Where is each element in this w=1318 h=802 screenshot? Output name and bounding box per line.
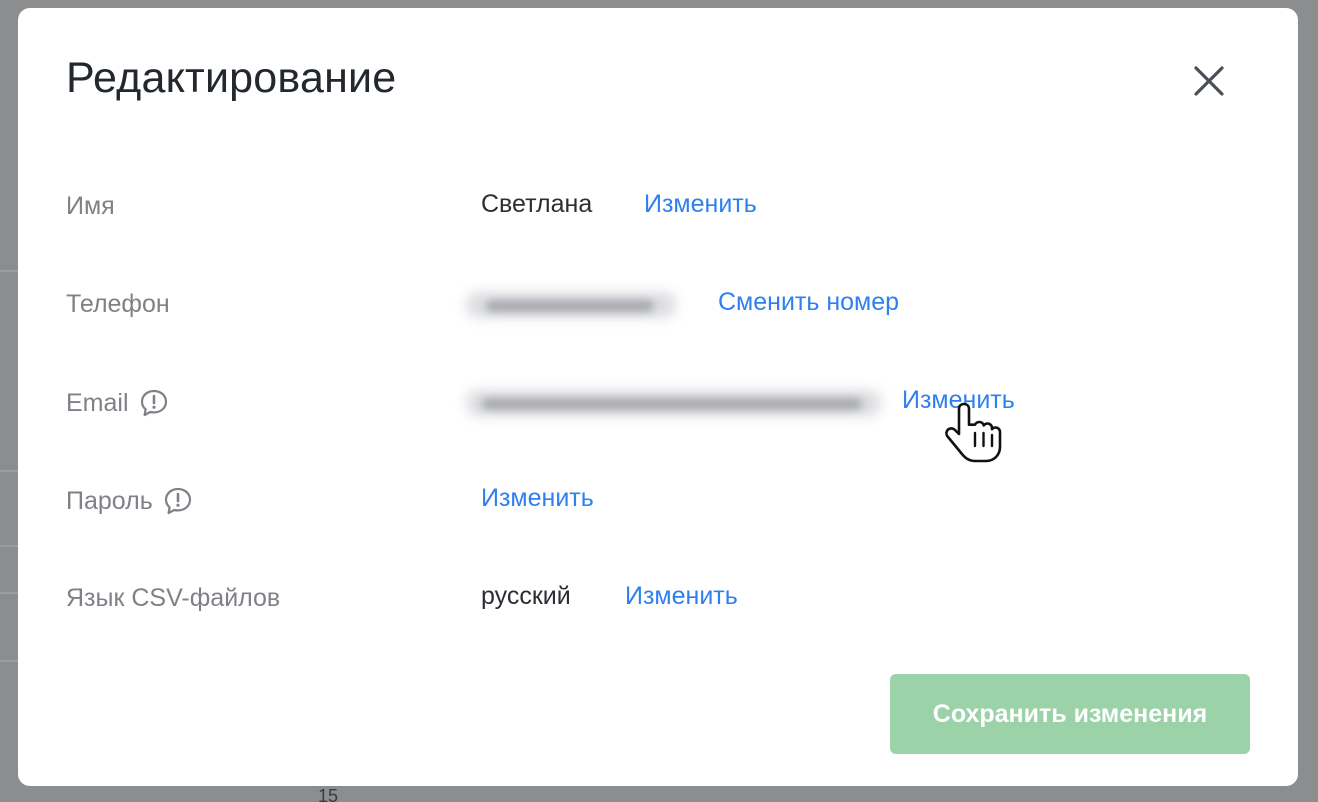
email-label-text: Email xyxy=(66,388,129,417)
email-row: Email Изменить xyxy=(66,380,1246,420)
change-password-link[interactable]: Изменить xyxy=(481,484,594,513)
modal-title: Редактирование xyxy=(66,54,397,102)
background-divider xyxy=(0,270,18,272)
phone-label: Телефон xyxy=(66,290,170,319)
change-email-link[interactable]: Изменить xyxy=(902,386,1015,415)
csv-language-value: русский xyxy=(481,582,571,610)
name-row: Имя Светлана Изменить xyxy=(66,184,1246,224)
change-phone-link[interactable]: Сменить номер xyxy=(718,288,899,317)
password-row: Пароль Изменить xyxy=(66,478,1246,518)
background-divider xyxy=(0,470,18,472)
phone-row: Телефон Сменить номер xyxy=(66,282,1246,322)
name-label: Имя xyxy=(66,192,115,221)
close-icon xyxy=(1194,66,1224,96)
change-csv-language-link[interactable]: Изменить xyxy=(625,582,738,611)
background-divider xyxy=(0,660,18,662)
csv-language-label: Язык CSV-файлов xyxy=(66,584,280,613)
phone-label-text: Телефон xyxy=(66,290,170,318)
save-changes-button[interactable]: Сохранить изменения xyxy=(890,674,1250,754)
close-button[interactable] xyxy=(1188,60,1230,102)
background-divider xyxy=(0,592,18,594)
change-name-link[interactable]: Изменить xyxy=(644,190,757,219)
background-number: 15 xyxy=(318,786,339,802)
name-value: Светлана xyxy=(481,190,593,218)
password-label-text: Пароль xyxy=(66,486,153,515)
password-info-icon[interactable] xyxy=(163,486,193,516)
csv-language-label-text: Язык CSV-файлов xyxy=(66,584,281,612)
email-label: Email xyxy=(66,388,169,418)
email-value-blurred-text xyxy=(482,398,862,410)
name-label-text: Имя xyxy=(66,192,115,220)
password-label: Пароль xyxy=(66,486,193,516)
email-info-icon[interactable] xyxy=(139,388,169,418)
background-divider xyxy=(0,545,18,547)
edit-profile-modal: Редактирование Имя Светлана Изменить Тел… xyxy=(18,8,1298,786)
phone-value-blurred-text xyxy=(486,300,654,312)
csv-language-row: Язык CSV-файлов русский Изменить xyxy=(66,576,1246,616)
